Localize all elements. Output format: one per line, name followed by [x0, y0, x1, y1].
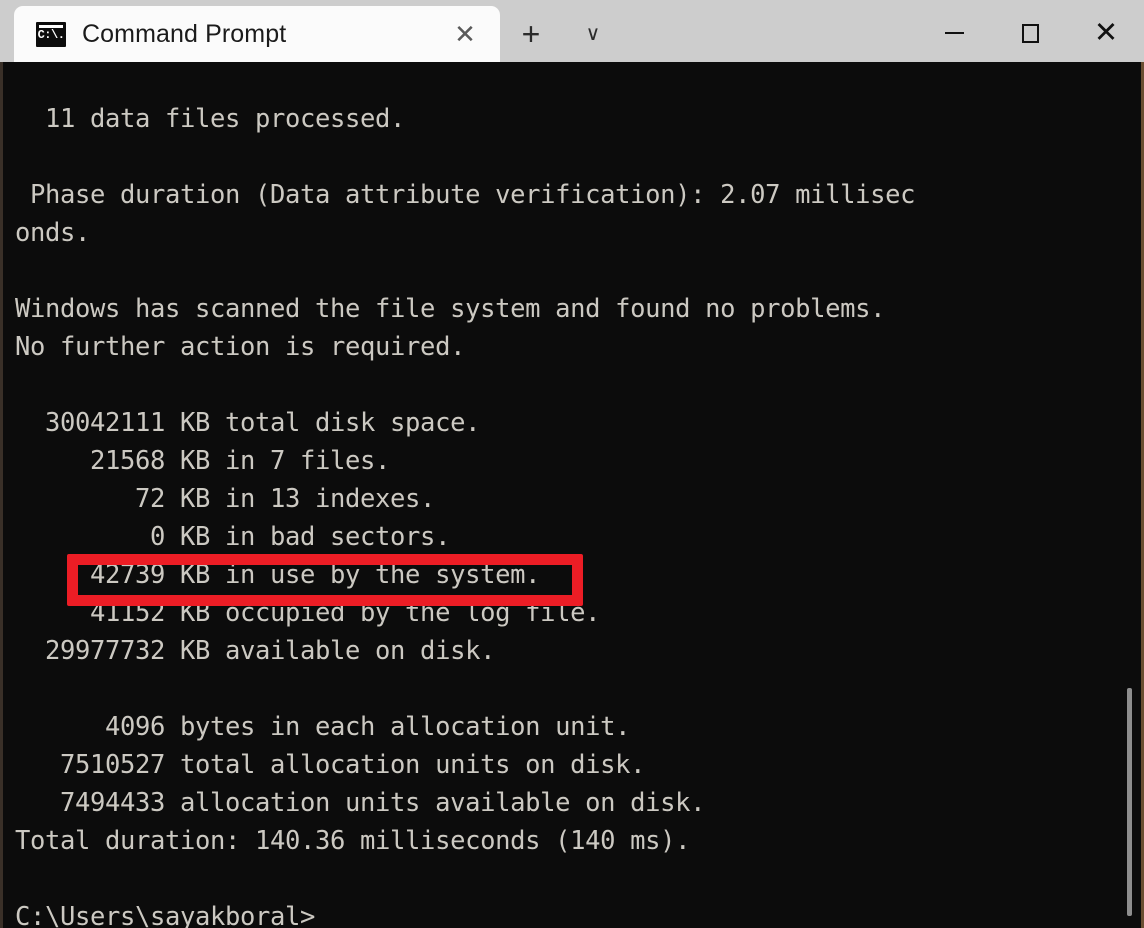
command-prompt-window: C:\. Command Prompt ✕ + ∨ ✕ 11 data file…	[0, 0, 1144, 928]
terminal-line: 21568 KB in 7 files.	[15, 446, 391, 476]
terminal-line: No further action is required.	[15, 332, 466, 362]
window-controls: ✕	[916, 0, 1144, 62]
close-icon: ✕	[1093, 16, 1119, 49]
terminal-line: 30042111 KB total disk space.	[15, 408, 481, 438]
terminal-line: 0 KB in bad sectors.	[15, 522, 451, 552]
terminal-scrollbar[interactable]	[1126, 62, 1138, 928]
tab-strip: C:\. Command Prompt ✕ + ∨	[0, 0, 624, 62]
terminal-line: Total duration: 140.36 milliseconds (140…	[15, 826, 691, 856]
terminal-scrollbar-thumb[interactable]	[1127, 688, 1132, 916]
cmd-icon: C:\.	[36, 21, 66, 47]
terminal-line: 7510527 total allocation units on disk.	[15, 750, 646, 780]
chevron-down-icon[interactable]: ∨	[562, 6, 624, 62]
terminal-viewport[interactable]: 11 data files processed. Phase duration …	[0, 62, 1144, 928]
tab-close-icon[interactable]: ✕	[448, 17, 482, 51]
new-tab-button[interactable]: +	[500, 6, 562, 62]
cmd-icon-glyph: C:\.	[37, 27, 65, 42]
terminal-line: onds.	[15, 218, 91, 248]
tab-command-prompt[interactable]: C:\. Command Prompt ✕	[14, 6, 500, 62]
terminal-line: 42739 KB in use by the system.	[15, 560, 541, 590]
terminal-line: C:\Users\sayakboral>	[15, 902, 316, 928]
minimize-button[interactable]	[916, 4, 992, 62]
terminal-line: 72 KB in 13 indexes.	[15, 484, 436, 514]
terminal-line: Windows has scanned the file system and …	[15, 294, 886, 324]
maximize-icon	[1021, 23, 1039, 43]
terminal-line: Phase duration (Data attribute verificat…	[15, 180, 916, 210]
close-button[interactable]: ✕	[1068, 4, 1144, 62]
tab-label: Command Prompt	[82, 19, 287, 48]
terminal-line: 7494433 allocation units available on di…	[15, 788, 706, 818]
terminal-line: 41152 KB occupied by the log file.	[15, 598, 601, 628]
terminal-line: 4096 bytes in each allocation unit.	[15, 712, 631, 742]
terminal-line: 29977732 KB available on disk.	[15, 636, 496, 666]
terminal-line: 11 data files processed.	[15, 104, 406, 134]
terminal-output: 11 data files processed. Phase duration …	[3, 62, 1141, 928]
window-titlebar: C:\. Command Prompt ✕ + ∨ ✕	[0, 0, 1144, 62]
maximize-button[interactable]	[992, 4, 1068, 62]
minimize-icon	[944, 32, 964, 34]
